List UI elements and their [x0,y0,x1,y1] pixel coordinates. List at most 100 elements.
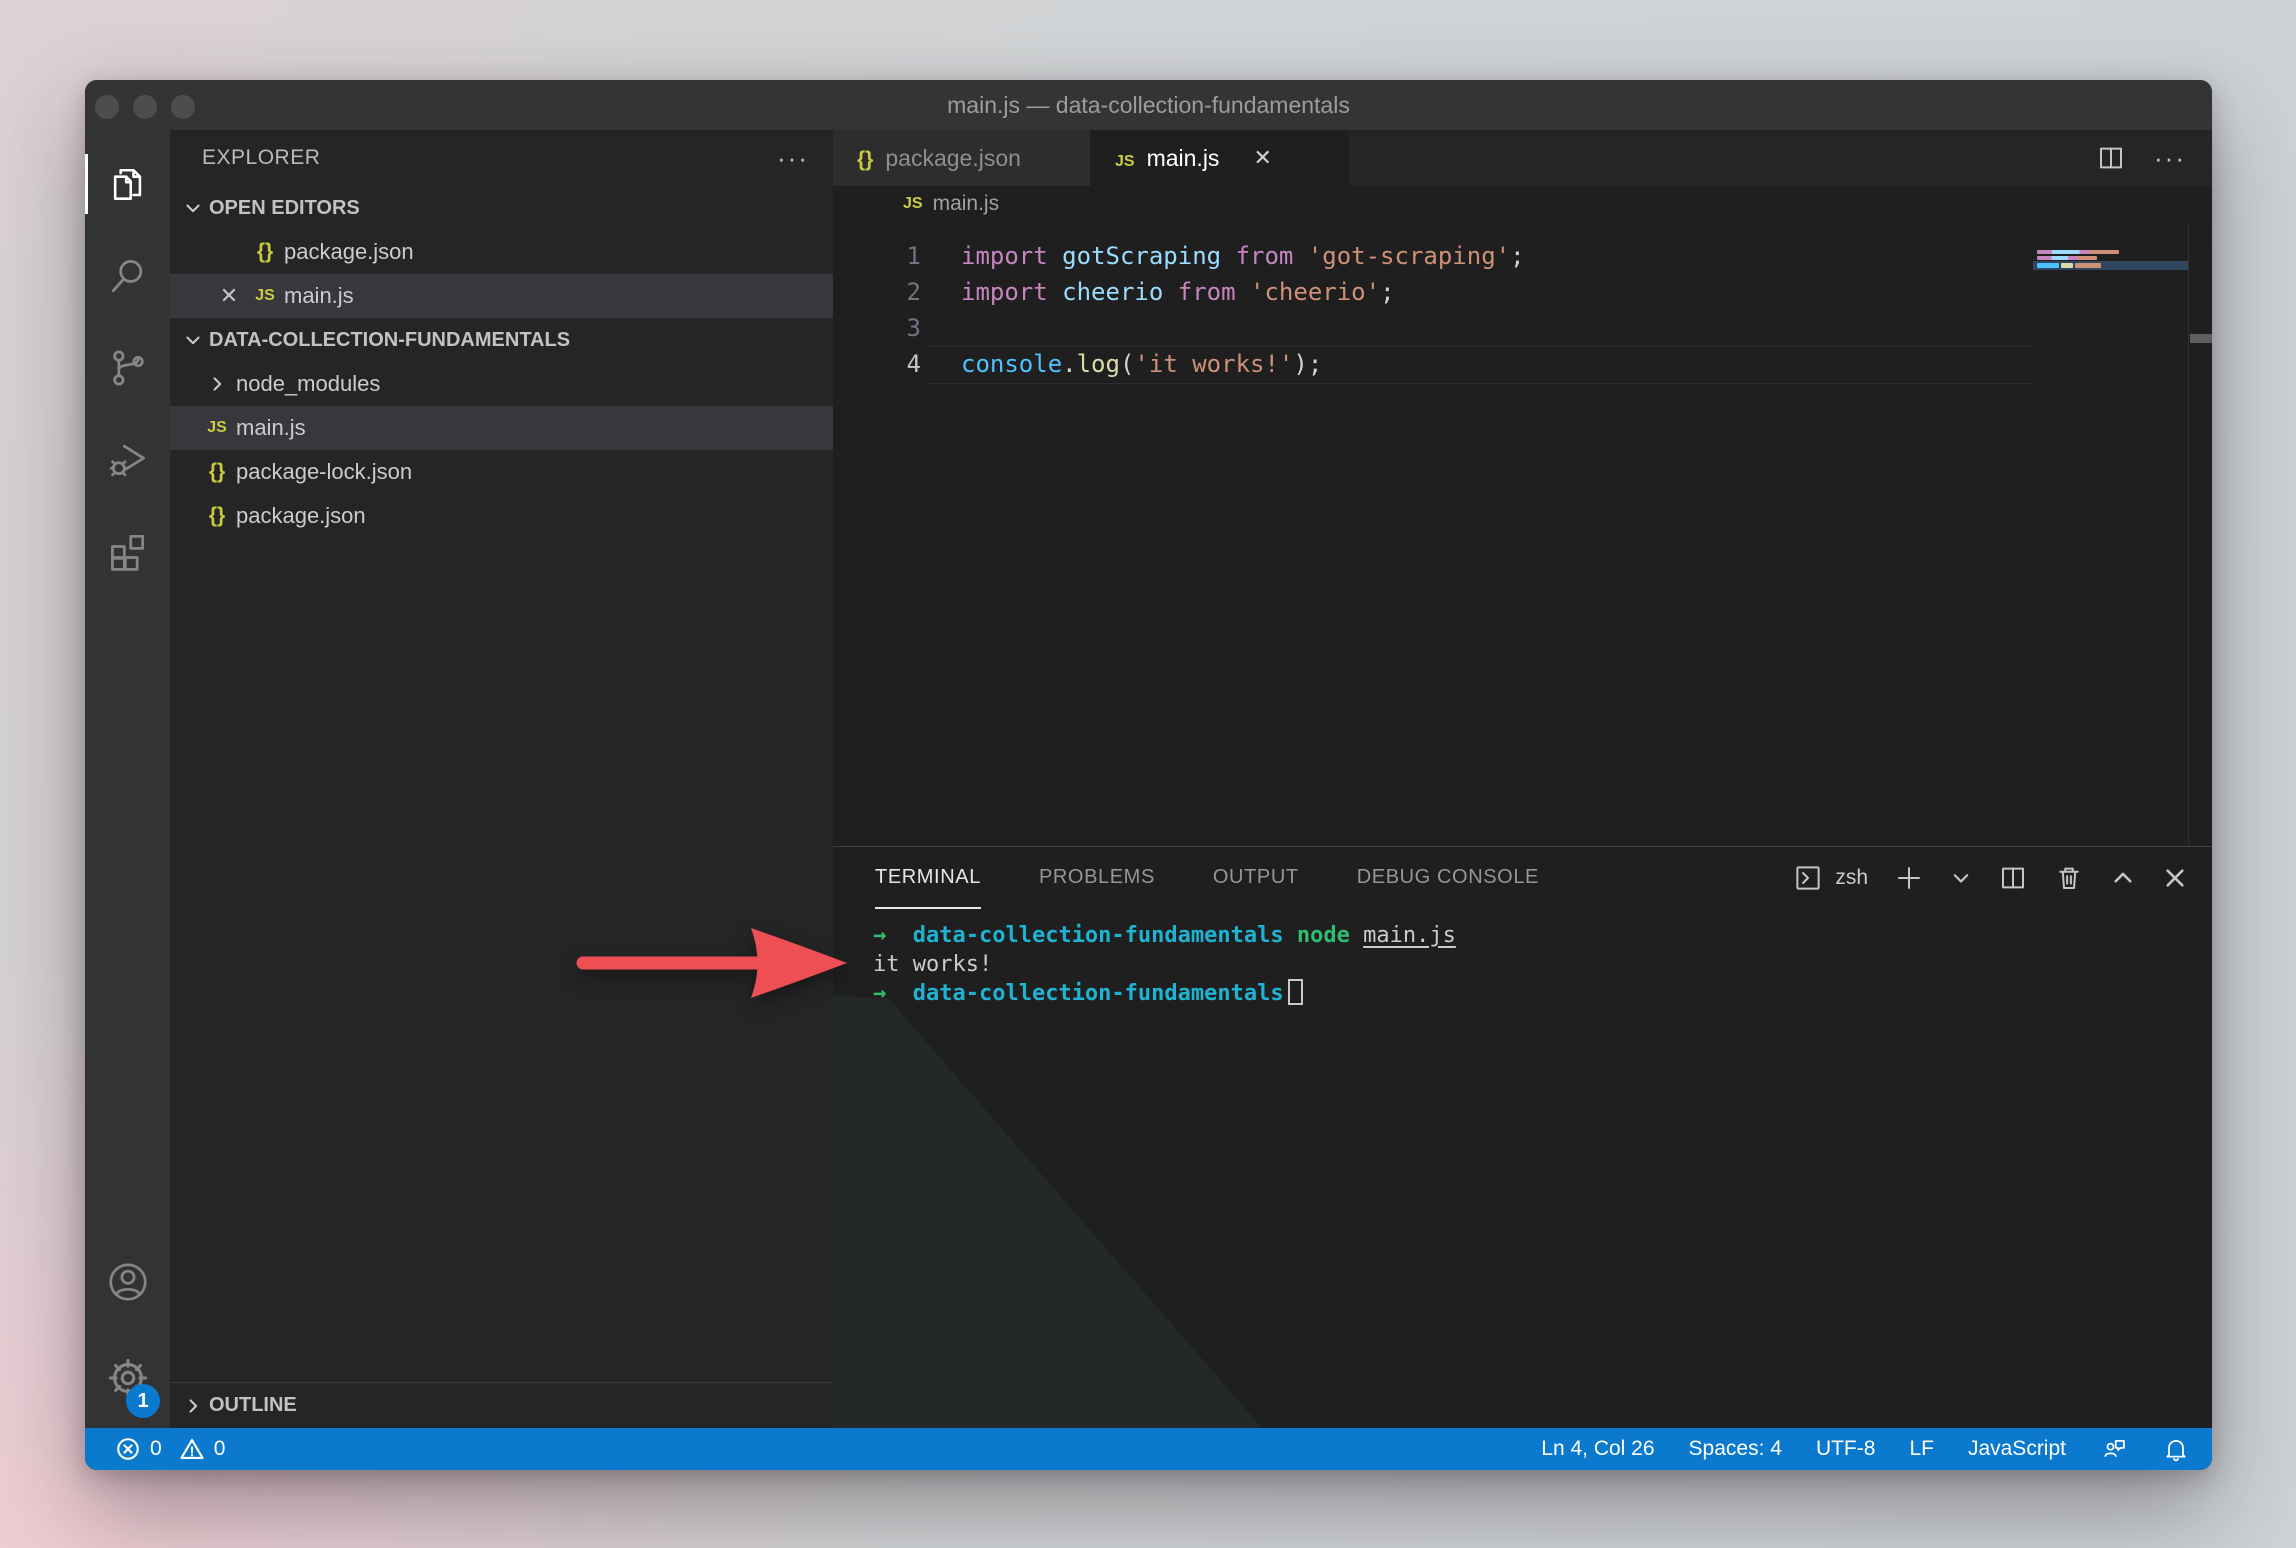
file-label: main.js [236,415,306,441]
minimap[interactable] [2033,222,2188,846]
chevron-right-icon [183,1396,203,1416]
split-editor-icon[interactable] [2096,143,2126,173]
terminal-line: → data-collection-fundamentals [873,979,2212,1008]
search-activity-button[interactable] [85,230,170,322]
status-item-spaces-4[interactable]: Spaces: 4 [1689,1437,1782,1461]
kill-terminal-trash-icon[interactable] [2054,863,2084,893]
zoom-window-button[interactable] [171,95,195,119]
terminal-dropdown-chevron-icon[interactable] [1950,867,1972,889]
panel-tab-output[interactable]: OUTPUT [1213,847,1299,909]
file-label: main.js [284,283,354,309]
window-title: main.js — data-collection-fundamentals [947,92,1350,119]
sidebar-item-package-lock.json[interactable]: {}package-lock.json [170,450,833,494]
terminal-actions: zsh [1793,863,2188,893]
panel-tab-terminal[interactable]: TERMINAL [875,847,981,909]
open-editor-item-package.json[interactable]: {}package.json [170,230,833,274]
outline-section-header[interactable]: OUTLINE [170,1382,833,1428]
terminal-cursor [1288,979,1303,1005]
source-control-icon [106,346,150,390]
minimize-window-button[interactable] [133,95,157,119]
close-tab-icon[interactable]: ✕ [1253,145,1271,171]
more-actions-icon[interactable]: ··· [2154,143,2186,174]
panel-header: TERMINAL PROBLEMS OUTPUT DEBUG CONSOLE zsh [833,847,2212,909]
open-editor-item-main.js[interactable]: ✕JSmain.js [170,274,833,318]
search-icon [106,254,150,298]
js-file-icon: JS [903,195,923,213]
code-line-3 [961,310,2033,346]
account-icon [105,1259,151,1305]
feedback-icon[interactable] [2100,1435,2128,1463]
sidebar-item-node_modules[interactable]: node_modules [170,362,833,406]
bottom-panel: TERMINAL PROBLEMS OUTPUT DEBUG CONSOLE zsh [833,846,2212,1428]
close-editor-icon[interactable]: ✕ [212,283,246,309]
window-controls [95,95,195,119]
code-line-2: import cheerio from 'cheerio'; [961,274,2033,310]
scrollbar-thumb[interactable] [2190,334,2212,343]
chevron-down-icon [183,330,203,350]
status-item-ln-4-col-26[interactable]: Ln 4, Col 26 [1541,1437,1654,1461]
title-bar: main.js — data-collection-fundamentals [85,80,2212,130]
sidebar-item-package.json[interactable]: {}package.json [170,494,833,538]
editor-group: {}package.jsonJSmain.js✕ ··· JS main.js … [833,130,2212,1428]
terminal-output[interactable]: → data-collection-fundamentals node main… [833,909,2212,1428]
sidebar-header: EXPLORER ··· [170,130,833,186]
panel-tab-debug-console[interactable]: DEBUG CONSOLE [1357,847,1539,909]
status-item-utf-8[interactable]: UTF-8 [1816,1437,1876,1461]
explorer-sidebar: EXPLORER ··· OPEN EDITORS {}package.json… [170,130,833,1428]
file-label: package-lock.json [236,459,412,485]
panel-tabs: TERMINAL PROBLEMS OUTPUT DEBUG CONSOLE [875,847,1539,909]
status-item-lf[interactable]: LF [1909,1437,1934,1461]
maximize-panel-chevron-icon[interactable] [2110,865,2136,891]
breadcrumb[interactable]: JS main.js [833,186,2212,222]
editor-tab-main.js[interactable]: JSmain.js✕ [1091,130,1349,186]
terminal-shell-chip[interactable]: zsh [1793,863,1868,893]
source-control-activity-button[interactable] [85,322,170,414]
new-terminal-icon[interactable] [1894,863,1924,893]
problems-status-item[interactable]: 0 0 [115,1436,225,1462]
explorer-activity-button[interactable] [85,138,170,230]
js-file-icon: JS [246,287,284,305]
run-debug-activity-button[interactable] [85,414,170,506]
folder-section-header[interactable]: DATA-COLLECTION-FUNDAMENTALS [170,318,833,362]
editor-tab-package.json[interactable]: {} package.json [833,130,1091,186]
minimap-current-line [2033,261,2188,270]
file-tree: node_modulesJSmain.js{}package-lock.json… [170,362,833,538]
code-line-1: import gotScraping from 'got-scraping'; [961,238,2033,274]
editor-tabs-bar: {}package.jsonJSmain.js✕ ··· [833,130,2212,186]
settings-badge: 1 [126,1384,160,1418]
terminal-line: → data-collection-fundamentals node main… [873,921,2212,950]
status-item-javascript[interactable]: JavaScript [1968,1437,2066,1461]
line-numbers-gutter: 1234 [833,222,929,846]
breadcrumb-item: main.js [933,192,1000,216]
notifications-bell-icon[interactable] [2162,1435,2190,1463]
tab-label: main.js [1147,145,1220,172]
panel-tab-problems[interactable]: PROBLEMS [1039,847,1155,909]
settings-button[interactable]: 1 [85,1328,170,1428]
split-terminal-icon[interactable] [1998,863,2028,893]
extensions-icon [106,530,150,574]
extensions-activity-button[interactable] [85,506,170,598]
explorer-title: EXPLORER [202,146,320,170]
close-window-button[interactable] [95,95,119,119]
file-label: node_modules [236,371,380,397]
json-file-icon: {} [246,240,284,264]
status-bar: 0 0 Ln 4, Col 26 Spaces: 4 UTF-8 LF JavaScri… [85,1428,2212,1470]
code-lines: import gotScraping from 'got-scraping';i… [929,222,2033,846]
editor-scrollbar[interactable] [2188,222,2212,846]
file-label: package.json [284,239,414,265]
file-label: package.json [236,503,366,529]
annotation-arrow [555,916,855,1010]
code-editor[interactable]: 1234 import gotScraping from 'got-scrapi… [833,222,2212,846]
terminal-line: it works! [873,950,2212,979]
open-editors-section-header[interactable]: OPEN EDITORS [170,186,833,230]
tab-label: package.json [885,145,1021,172]
errors-icon [115,1436,141,1462]
json-file-icon: {} [857,145,873,172]
json-file-icon: {} [198,504,236,528]
sidebar-item-main.js[interactable]: JSmain.js [170,406,833,450]
js-file-icon: JS [198,419,236,437]
close-panel-icon[interactable] [2162,865,2188,891]
activity-bar: 1 [85,130,170,1428]
desktop-background: main.js — data-collection-fundamentals [0,0,2296,1548]
accounts-button[interactable] [85,1236,170,1328]
